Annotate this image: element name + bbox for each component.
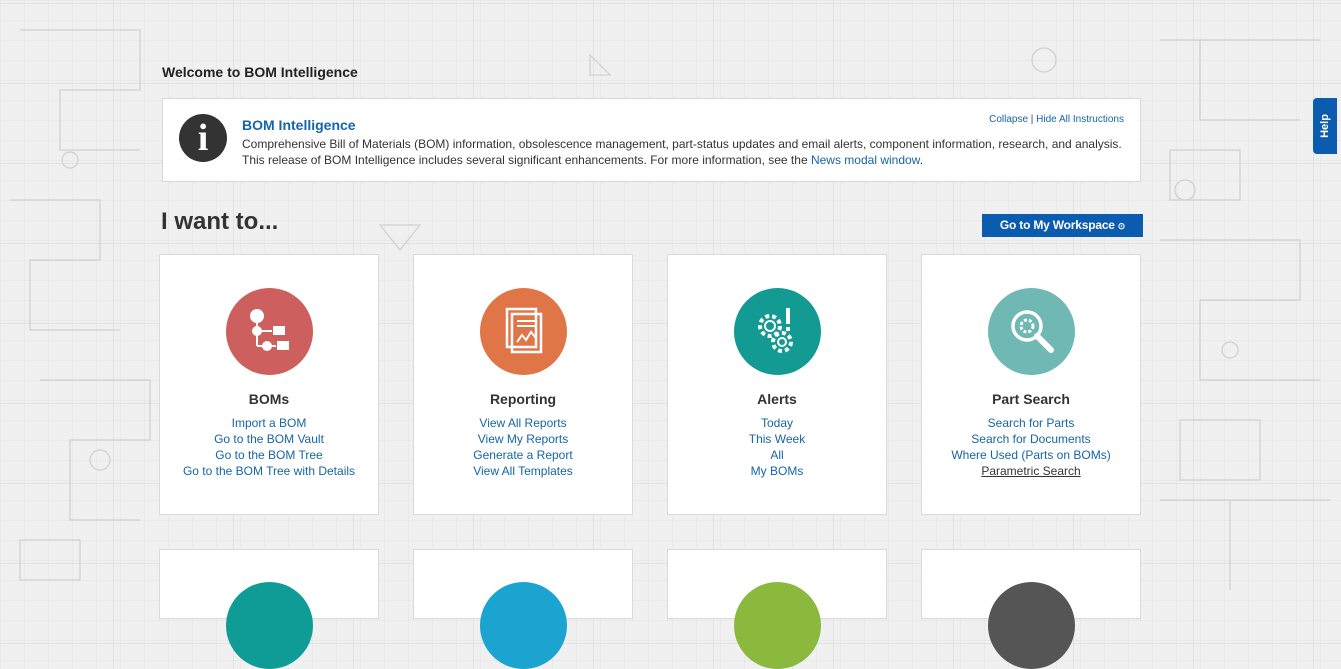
search-parts-link[interactable]: Search for Parts bbox=[922, 415, 1140, 431]
view-my-reports-link[interactable]: View My Reports bbox=[414, 431, 632, 447]
hide-all-instructions-link[interactable]: Hide All Instructions bbox=[1036, 114, 1124, 125]
circle-arrow-icon: ⊙ bbox=[1117, 221, 1126, 231]
part-search-icon[interactable] bbox=[988, 288, 1075, 375]
alert-gears-icon[interactable] bbox=[734, 288, 821, 375]
instruction-actions: Collapse | Hide All Instructions bbox=[989, 114, 1124, 125]
card-links: View All Reports View My Reports Generat… bbox=[414, 415, 632, 479]
page-title: Welcome to BOM Intelligence bbox=[162, 64, 358, 80]
alerts-all-link[interactable]: All bbox=[668, 447, 886, 463]
card-title: Part Search bbox=[992, 391, 1070, 407]
alerts-today-link[interactable]: Today bbox=[668, 415, 886, 431]
card-reporting: Reporting View All Reports View My Repor… bbox=[413, 254, 633, 515]
card-title: Reporting bbox=[489, 391, 557, 407]
card-alerts: Alerts Today This Week All My BOMs bbox=[667, 254, 887, 515]
instructions-panel: i BOM Intelligence Comprehensive Bill of… bbox=[162, 98, 1141, 182]
card-row2-2 bbox=[413, 549, 633, 669]
view-all-reports-link[interactable]: View All Reports bbox=[414, 415, 632, 431]
info-title-link[interactable]: BOM Intelligence bbox=[242, 117, 356, 133]
bom-vault-link[interactable]: Go to the BOM Vault bbox=[160, 431, 378, 447]
info-icon: i bbox=[179, 114, 227, 162]
bom-tree-icon[interactable] bbox=[226, 288, 313, 375]
alerts-this-week-link[interactable]: This Week bbox=[668, 431, 886, 447]
card-part-search: Part Search Search for Parts Search for … bbox=[921, 254, 1141, 515]
report-icon[interactable] bbox=[480, 288, 567, 375]
workspace-label: Go to My Workspace bbox=[999, 218, 1115, 232]
card-links: Search for Parts Search for Documents Wh… bbox=[922, 415, 1140, 479]
go-to-workspace-button[interactable]: Go to My Workspace ⊙ bbox=[982, 214, 1143, 237]
info-description-line1: Comprehensive Bill of Materials (BOM) in… bbox=[242, 137, 1122, 151]
card-links: Today This Week All My BOMs bbox=[668, 415, 886, 479]
card-icon[interactable] bbox=[226, 582, 313, 669]
info-description-line2: This release of BOM Intelligence include… bbox=[242, 153, 808, 167]
i-want-to-heading: I want to... bbox=[161, 208, 279, 235]
search-documents-link[interactable]: Search for Documents bbox=[922, 431, 1140, 447]
generate-report-link[interactable]: Generate a Report bbox=[414, 447, 632, 463]
help-label: Help bbox=[1319, 114, 1331, 138]
info-description: Comprehensive Bill of Materials (BOM) in… bbox=[242, 136, 1122, 168]
card-row2-1 bbox=[159, 549, 379, 669]
parametric-search-link[interactable]: Parametric Search bbox=[922, 463, 1140, 479]
import-bom-link[interactable]: Import a BOM bbox=[160, 415, 378, 431]
actions-separator: | bbox=[1028, 114, 1037, 125]
bom-tree-link[interactable]: Go to the BOM Tree bbox=[160, 447, 378, 463]
help-tab[interactable]: Help bbox=[1313, 98, 1337, 154]
card-icon[interactable] bbox=[734, 582, 821, 669]
card-icon[interactable] bbox=[480, 582, 567, 669]
card-title: BOMs bbox=[248, 391, 290, 407]
collapse-link[interactable]: Collapse bbox=[989, 114, 1028, 125]
card-links: Import a BOM Go to the BOM Vault Go to t… bbox=[160, 415, 378, 479]
news-modal-link[interactable]: News modal window bbox=[811, 153, 920, 167]
card-row2-3 bbox=[667, 549, 887, 669]
card-icon[interactable] bbox=[988, 582, 1075, 669]
bom-tree-details-link[interactable]: Go to the BOM Tree with Details bbox=[160, 463, 378, 479]
view-all-templates-link[interactable]: View All Templates bbox=[414, 463, 632, 479]
alerts-my-boms-link[interactable]: My BOMs bbox=[668, 463, 886, 479]
where-used-link[interactable]: Where Used (Parts on BOMs) bbox=[922, 447, 1140, 463]
card-boms: BOMs Import a BOM Go to the BOM Vault Go… bbox=[159, 254, 379, 515]
card-title: Alerts bbox=[757, 391, 797, 407]
info-description-end: . bbox=[919, 153, 924, 167]
card-row2-4 bbox=[921, 549, 1141, 669]
